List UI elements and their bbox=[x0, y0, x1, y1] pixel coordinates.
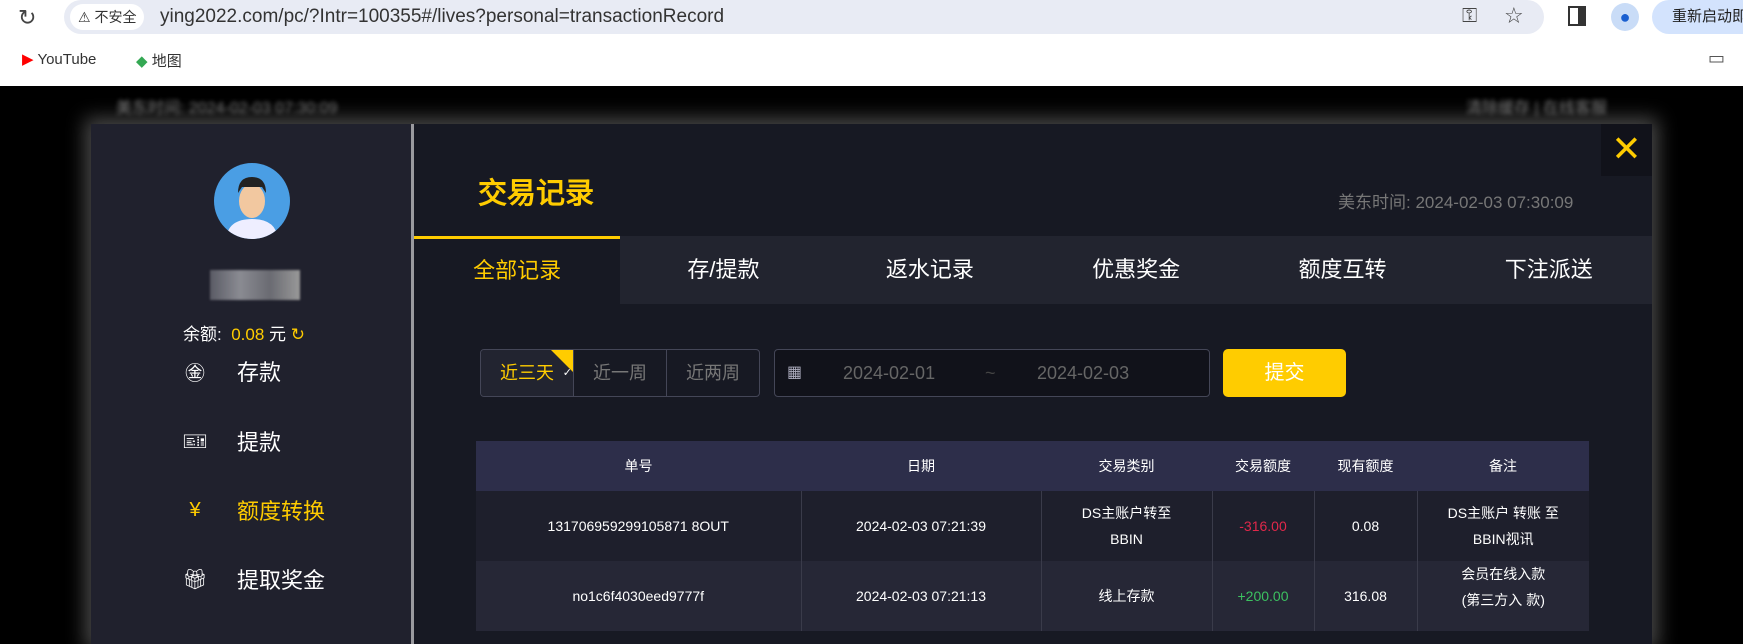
bookmark-label: YouTube bbox=[37, 51, 97, 68]
cell-note: 会员在线入款 (第三方入 款) bbox=[1417, 561, 1589, 631]
time-label: 美东时间: bbox=[1338, 193, 1411, 212]
cell-balance: 0.08 bbox=[1314, 491, 1418, 561]
balance-label: 余额: bbox=[183, 325, 222, 344]
date-separator: ~ bbox=[985, 363, 996, 383]
sidebar-item-transfer[interactable]: ¥ 额度转换 bbox=[170, 490, 370, 530]
cell-type: DS主账户转至 BBIN bbox=[1041, 491, 1213, 561]
table-header: 单号 日期 交易类别 交易额度 现有额度 备注 bbox=[476, 441, 1589, 491]
relaunch-button[interactable]: 重新启动即 bbox=[1652, 0, 1743, 34]
withdraw-icon: 🎫︎ bbox=[182, 430, 208, 453]
tab-promotion[interactable]: 优惠奖金 bbox=[1033, 236, 1239, 304]
range-selector: 近三天 ✓ 近一周 近两周 bbox=[480, 349, 760, 397]
cell-type: 线上存款 bbox=[1041, 561, 1213, 631]
key-icon[interactable]: ⚿ bbox=[1462, 5, 1477, 28]
record-tabs: 全部记录 存/提款 返水记录 优惠奖金 额度互转 下注派送 bbox=[414, 236, 1652, 304]
cell-note: DS主账户 转账 至 BBIN视讯 bbox=[1417, 491, 1589, 561]
profile-icon[interactable]: ● bbox=[1611, 3, 1639, 31]
close-icon[interactable]: ✕ bbox=[1601, 124, 1652, 176]
time-value: 2024-02-03 07:30:09 bbox=[1415, 193, 1574, 212]
check-icon: ✓ bbox=[562, 367, 572, 379]
page-title: 交易记录 bbox=[478, 178, 595, 210]
bookmark-star-icon[interactable]: ☆ bbox=[1504, 3, 1524, 29]
cell-date: 2024-02-03 07:21:39 bbox=[801, 491, 1042, 561]
balance-value: 0.08 bbox=[231, 325, 265, 344]
tab-deposit-withdraw[interactable]: 存/提款 bbox=[620, 236, 826, 304]
table-row: no1c6f4030eed9777f 2024-02-03 07:21:13 线… bbox=[476, 561, 1589, 631]
cell-amount: +200.00 bbox=[1212, 561, 1315, 631]
youtube-icon: ▶ bbox=[22, 51, 34, 68]
range-3days[interactable]: 近三天 ✓ bbox=[481, 350, 574, 396]
gift-icon: 🎁︎ bbox=[182, 568, 208, 591]
tab-all[interactable]: 全部记录 bbox=[414, 236, 621, 304]
background-time: 美东时间: 2024-02-03 07:30:09 bbox=[116, 100, 338, 117]
col-amount: 交易额度 bbox=[1212, 441, 1314, 491]
bookmark-label: 地图 bbox=[151, 53, 182, 70]
transaction-table: 单号 日期 交易类别 交易额度 现有额度 备注 1317069592991058… bbox=[476, 441, 1589, 631]
username-blurred bbox=[210, 270, 300, 300]
col-note: 备注 bbox=[1417, 441, 1589, 491]
folder-icon[interactable]: ▭ bbox=[1708, 48, 1725, 69]
menu-label: 存款 bbox=[237, 360, 282, 385]
col-id: 单号 bbox=[476, 441, 801, 491]
bookmarks-bar bbox=[0, 38, 1743, 86]
range-2weeks[interactable]: 近两周 bbox=[667, 350, 759, 396]
sidebar-item-deposit[interactable]: ㊎ 存款 bbox=[170, 351, 370, 391]
reload-icon[interactable]: ↻ bbox=[18, 5, 36, 31]
range-1week[interactable]: 近一周 bbox=[574, 350, 667, 396]
security-indicator[interactable]: ⚠ 不安全 bbox=[70, 4, 145, 30]
deposit-icon: ㊎ bbox=[185, 362, 205, 385]
cell-date: 2024-02-03 07:21:13 bbox=[801, 561, 1042, 631]
col-type: 交易类别 bbox=[1041, 441, 1212, 491]
bookmark-youtube[interactable]: ▶ YouTube bbox=[22, 50, 96, 68]
calendar-icon: ▦ bbox=[787, 364, 803, 381]
tab-rebate[interactable]: 返水记录 bbox=[827, 236, 1033, 304]
cell-id: 131706959299105871 8OUT bbox=[476, 491, 802, 561]
tab-bet-payout[interactable]: 下注派送 bbox=[1446, 236, 1652, 304]
col-date: 日期 bbox=[801, 441, 1041, 491]
menu-label: 提取奖金 bbox=[237, 568, 326, 593]
bookmark-maps[interactable]: ◆ 地图 bbox=[136, 50, 182, 71]
cell-amount: -316.00 bbox=[1212, 491, 1315, 561]
table-row: 131706959299105871 8OUT 2024-02-03 07:21… bbox=[476, 491, 1589, 561]
balance: 余额: 0.08 元 ↻ bbox=[183, 320, 305, 345]
menu-label: 提款 bbox=[237, 430, 282, 455]
url-text[interactable]: ying2022.com/pc/?Intr=100355#/lives?pers… bbox=[160, 6, 724, 28]
menu-label: 额度转换 bbox=[237, 499, 326, 524]
sidebar-item-withdraw[interactable]: 🎫︎ 提款 bbox=[170, 421, 370, 461]
us-east-time: 美东时间: 2024-02-03 07:30:09 bbox=[1338, 188, 1573, 213]
side-panel-icon[interactable] bbox=[1568, 6, 1586, 26]
background-links: 清除缓存 | 在线客服 bbox=[1466, 100, 1608, 117]
col-balance: 现有额度 bbox=[1314, 441, 1417, 491]
transfer-icon: ¥ bbox=[189, 498, 201, 521]
start-date[interactable]: 2024-02-01 bbox=[843, 363, 935, 384]
sidebar-item-bonus[interactable]: 🎁︎ 提取奖金 bbox=[170, 559, 370, 599]
cell-id: no1c6f4030eed9777f bbox=[476, 561, 802, 631]
cell-balance: 316.08 bbox=[1314, 561, 1418, 631]
submit-button[interactable]: 提交 bbox=[1223, 349, 1346, 397]
range-label: 近三天 bbox=[500, 363, 554, 383]
balance-unit: 元 bbox=[269, 325, 287, 344]
maps-icon: ◆ bbox=[136, 53, 148, 70]
avatar bbox=[214, 163, 290, 239]
tab-transfer[interactable]: 额度互转 bbox=[1239, 236, 1445, 304]
refresh-icon[interactable]: ↻ bbox=[291, 325, 305, 344]
date-range-picker[interactable]: ▦ 2024-02-01 ~ 2024-02-03 bbox=[774, 349, 1210, 397]
security-label: 不安全 bbox=[94, 9, 137, 25]
end-date[interactable]: 2024-02-03 bbox=[1037, 363, 1129, 384]
